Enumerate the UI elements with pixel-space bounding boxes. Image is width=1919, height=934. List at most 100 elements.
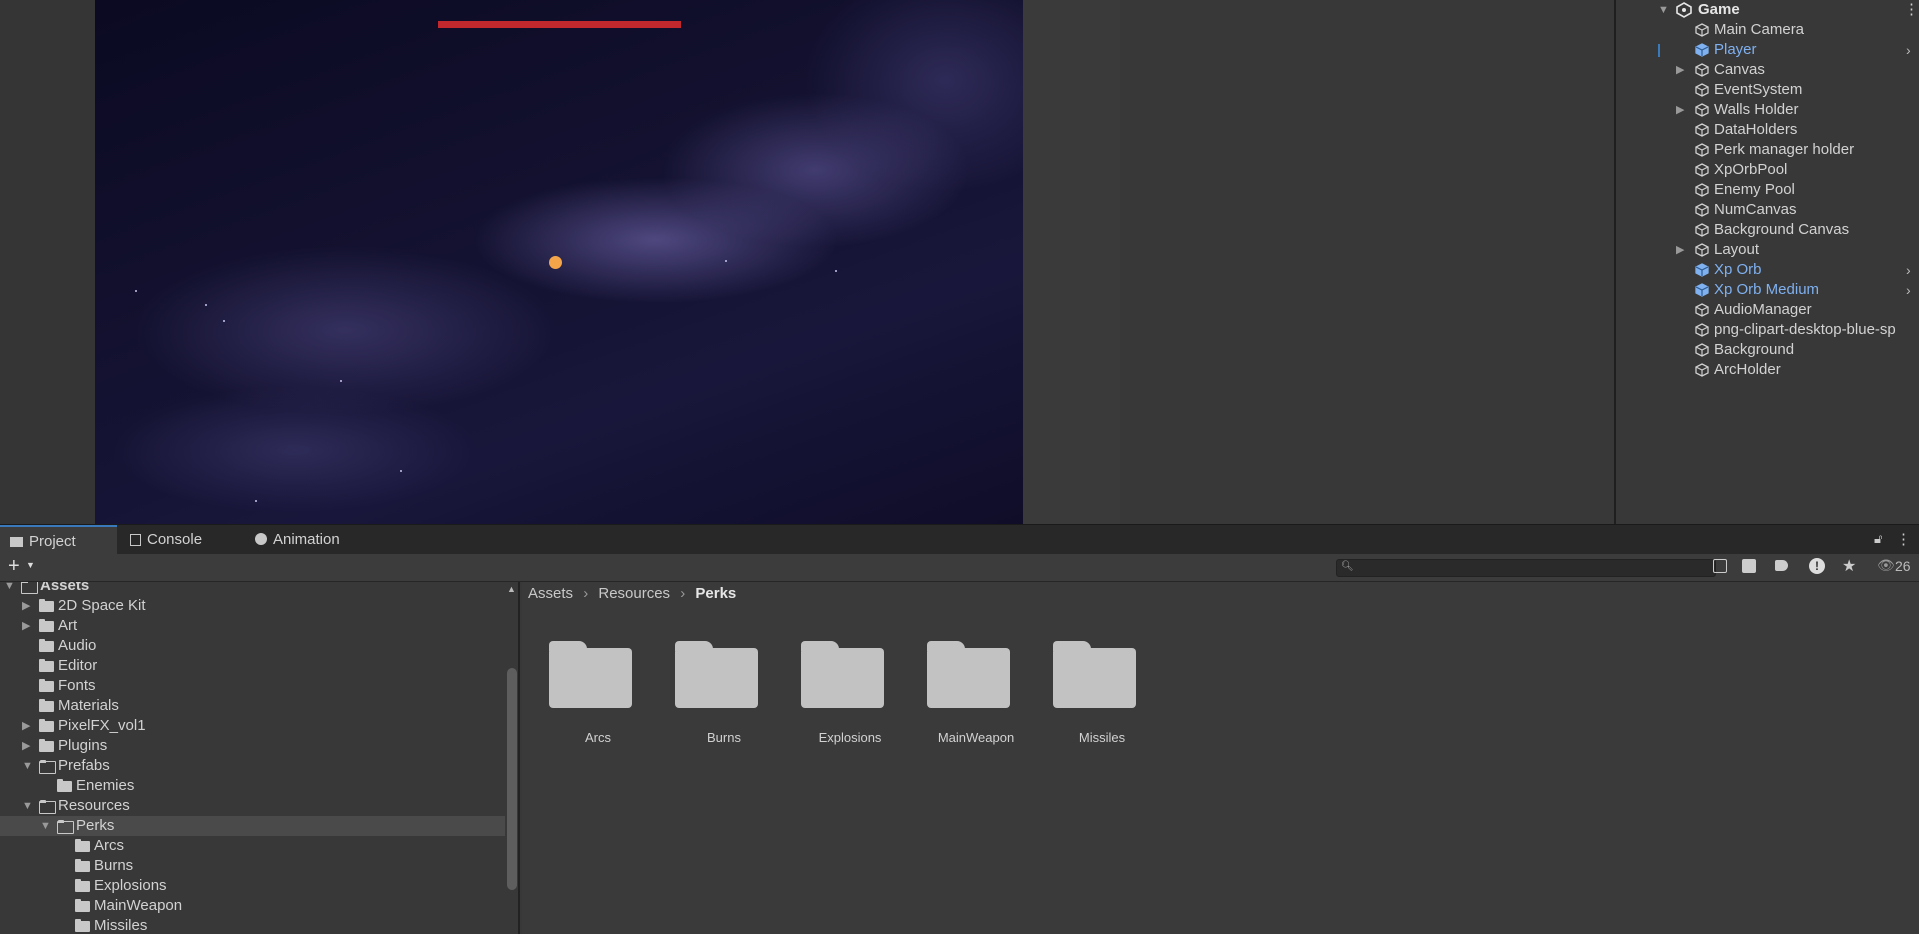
tab-console[interactable]: Console (120, 525, 232, 555)
hierarchy-item[interactable]: ▶ Layout (1616, 240, 1919, 260)
hierarchy-item[interactable]: Xp Orb Medium › (1616, 280, 1919, 300)
eye-icon[interactable]: 👁︎ (1877, 557, 1895, 574)
tree-item[interactable]: ▼ Assets (0, 582, 505, 596)
folder-tile[interactable]: Explosions (786, 640, 886, 760)
breadcrumb-resources[interactable]: Resources (598, 585, 670, 602)
expand-arrow-icon[interactable]: ▼ (22, 756, 33, 776)
folder-tile[interactable]: Arcs (534, 640, 634, 760)
expand-arrow-icon[interactable]: ▶ (1676, 100, 1684, 120)
hierarchy-item[interactable]: Background Canvas (1616, 220, 1919, 240)
folder-tile[interactable]: Missiles (1038, 640, 1138, 760)
expand-arrow-icon[interactable]: ▶ (22, 736, 30, 756)
hierarchy-item[interactable]: XpOrbPool (1616, 160, 1919, 180)
breadcrumb-assets[interactable]: Assets (528, 585, 573, 602)
tree-item[interactable]: Fonts (0, 676, 505, 696)
gameobject-cube-icon (1695, 263, 1709, 277)
inspector-panel (1122, 0, 1614, 524)
star (835, 270, 837, 272)
hierarchy-item[interactable]: png-clipart-desktop-blue-sp (1616, 320, 1919, 340)
player-sprite (549, 256, 562, 269)
tree-item[interactable]: ▶ 2D Space Kit (0, 596, 505, 616)
tree-item[interactable]: Materials (0, 696, 505, 716)
hierarchy-item[interactable]: Main Camera (1616, 20, 1919, 40)
hierarchy-item[interactable]: EventSystem (1616, 80, 1919, 100)
game-viewport[interactable] (95, 0, 1023, 524)
add-asset-button[interactable]: + (8, 555, 20, 578)
hierarchy-item[interactable]: ▶ Walls Holder (1616, 100, 1919, 120)
project-folder-tree[interactable]: ▼ Assets ▶ 2D Space Kit ▶ Art Audio Editor Fonts… (0, 582, 520, 934)
tree-item[interactable]: MainWeapon (0, 896, 505, 916)
chevron-down-icon[interactable]: ▼ (26, 560, 35, 570)
tree-item-label: Explosions (94, 877, 167, 894)
expand-arrow-icon[interactable]: ▶ (22, 596, 30, 616)
hierarchy-item[interactable]: ArcHolder (1616, 360, 1919, 380)
expand-arrow-icon[interactable]: ▼ (4, 582, 15, 596)
tree-item[interactable]: Explosions (0, 876, 505, 896)
expand-arrow-icon[interactable]: ▶ (22, 616, 30, 636)
star-icon[interactable]: ★ (1842, 556, 1856, 576)
tree-item[interactable]: Audio (0, 636, 505, 656)
expand-arrow-icon[interactable]: ▶ (1676, 240, 1684, 260)
hierarchy-item[interactable]: Background (1616, 340, 1919, 360)
expand-arrow-icon[interactable]: ▼ (22, 796, 33, 816)
gameobject-cube-icon (1695, 303, 1709, 317)
more-options-icon[interactable]: ⋮ (1896, 530, 1911, 548)
tree-item[interactable]: Burns (0, 856, 505, 876)
tree-item[interactable]: ▶ Art (0, 616, 505, 636)
scene-view[interactable] (0, 0, 1120, 524)
tree-scrollbar[interactable] (507, 668, 517, 890)
more-options-icon[interactable]: ⋮ (1904, 0, 1919, 20)
tree-item[interactable]: Enemies (0, 776, 505, 796)
gameobject-cube-icon (1695, 163, 1709, 177)
folder-tile[interactable]: MainWeapon (912, 640, 1014, 760)
tree-item[interactable]: Missiles (0, 916, 505, 934)
folder-icon (75, 879, 90, 892)
expand-arrow-icon[interactable]: ▼ (1658, 0, 1669, 20)
hierarchy-item[interactable]: Enemy Pool (1616, 180, 1919, 200)
label-icon[interactable] (1775, 560, 1788, 571)
hierarchy-item[interactable]: NumCanvas (1616, 200, 1919, 220)
tree-item-label: Resources (58, 797, 130, 814)
warning-icon[interactable]: ! (1809, 558, 1825, 574)
tree-item[interactable]: Editor (0, 656, 505, 676)
hierarchy-item[interactable]: Perk manager holder (1616, 140, 1919, 160)
open-prefab-chevron-icon[interactable]: › (1906, 260, 1911, 280)
tree-item[interactable]: ▼ Perks (0, 816, 505, 836)
hierarchy-item[interactable]: ▶ Canvas (1616, 60, 1919, 80)
tree-item[interactable]: ▶ Plugins (0, 736, 505, 756)
open-prefab-chevron-icon[interactable]: › (1906, 40, 1911, 60)
gameobject-cube-icon (1695, 363, 1709, 377)
tree-item[interactable]: ▼ Prefabs (0, 756, 505, 776)
search-input[interactable]: 🔍︎ (1336, 559, 1716, 577)
hierarchy-item[interactable]: AudioManager (1616, 300, 1919, 320)
folder-icon (675, 641, 758, 708)
folder-icon (75, 919, 90, 932)
open-prefab-chevron-icon[interactable]: › (1906, 280, 1911, 300)
expand-arrow-icon[interactable]: ▼ (40, 816, 51, 836)
tree-item-label: Fonts (58, 677, 96, 694)
scroll-up-icon[interactable]: ▲ (507, 584, 516, 594)
star (135, 290, 137, 292)
folder-icon (75, 839, 90, 852)
tree-item[interactable]: ▼ Resources (0, 796, 505, 816)
tree-item-label: Plugins (58, 737, 108, 754)
tab-animation[interactable]: Animation (245, 525, 365, 555)
hierarchy-item[interactable]: DataHolders (1616, 120, 1919, 140)
project-asset-grid[interactable]: Assets › Resources › Perks Arcs Burns Expl… (522, 582, 1919, 934)
tree-item[interactable]: ▶ PixelFX_vol1 (0, 716, 505, 736)
lock-icon[interactable]: 🔓︎ (1874, 531, 1882, 547)
hierarchy-item-label: Walls Holder (1714, 101, 1799, 118)
expand-arrow-icon[interactable]: ▶ (1676, 60, 1684, 80)
tree-item-label: Audio (58, 637, 97, 654)
expand-arrow-icon[interactable]: ▶ (22, 716, 30, 736)
hierarchy-item[interactable]: Player › (1616, 40, 1919, 60)
search-by-type-icon[interactable] (1713, 559, 1727, 573)
filter-by-type-icon[interactable] (1742, 559, 1756, 573)
tree-item[interactable]: Arcs (0, 836, 505, 856)
folder-tile[interactable]: Burns (660, 640, 760, 760)
hierarchy-item[interactable]: Xp Orb › (1616, 260, 1919, 280)
hierarchy-scene-row[interactable]: ▼ Game ⋮ (1616, 0, 1919, 20)
tree-item-label: Enemies (76, 777, 135, 794)
gameobject-cube-icon (1695, 243, 1709, 257)
tab-project[interactable]: Project (0, 525, 117, 555)
